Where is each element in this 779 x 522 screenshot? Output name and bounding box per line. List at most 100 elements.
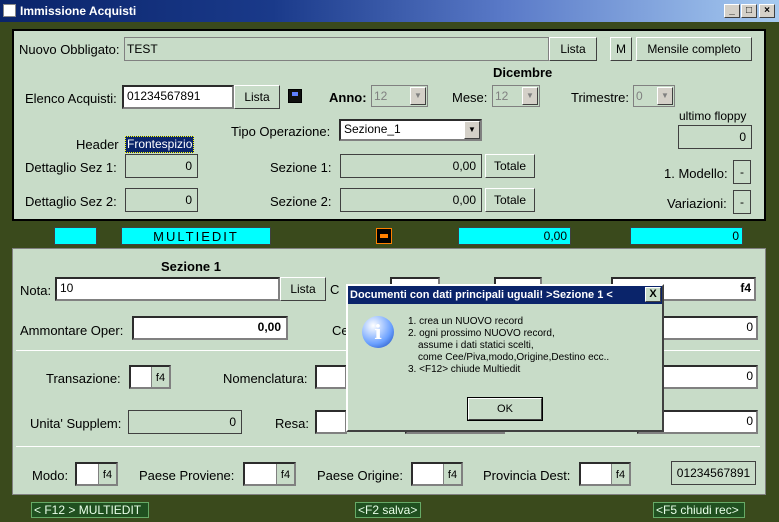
ok-button[interactable]: OK	[467, 397, 543, 421]
provincia-dest-label: Provincia Dest:	[483, 468, 571, 483]
tipo-operazione-value: Sezione_1	[344, 122, 401, 136]
m-button[interactable]: M	[610, 37, 632, 61]
ammontare-input[interactable]: 0,00	[132, 316, 288, 340]
nomenclatura-label: Nomenclatura:	[223, 371, 308, 386]
variazioni-field: -	[733, 190, 751, 214]
mese-select[interactable]: 12 ▼	[492, 85, 540, 107]
elenco-acquisti-input[interactable]: 01234567891	[122, 85, 234, 109]
band-value2: 0	[630, 227, 743, 245]
unita-supplem-field: 0	[128, 410, 242, 434]
tipo-operazione-select[interactable]: Sezione_1 ▼	[339, 119, 482, 141]
dettaglio-sez2-field: 0	[125, 188, 198, 212]
resa-input[interactable]	[315, 410, 347, 434]
f4-lookup[interactable]: f4	[151, 367, 169, 387]
modello-field: -	[733, 160, 751, 184]
modo-input[interactable]: f4	[75, 462, 118, 486]
trimestre-select[interactable]: 0 ▼	[633, 85, 675, 107]
dettaglio-sez1-field: 0	[125, 154, 198, 178]
anno-value: 12	[374, 89, 388, 103]
lista-obbligato-button[interactable]: Lista	[549, 37, 597, 61]
status-f2[interactable]: <F2 salva>	[355, 502, 421, 518]
paese-proviene-input[interactable]: f4	[243, 462, 296, 486]
dialog-title-bar: Documenti con dati principali uguali! >S…	[348, 286, 662, 304]
nota-label: Nota:	[20, 283, 52, 298]
lista-elenco-button[interactable]: Lista	[234, 85, 280, 109]
app-icon	[3, 4, 16, 17]
tipo-operazione-label: Tipo Operazione:	[231, 124, 331, 139]
month-title: Dicembre	[493, 65, 553, 80]
f4-lookup[interactable]: f4	[443, 464, 461, 484]
nomenclatura-input[interactable]	[315, 365, 347, 389]
f4-lookup[interactable]: f4	[611, 464, 629, 484]
lista-nota-button[interactable]: Lista	[280, 277, 326, 301]
dialog-line-2c: come Cee/Piva,modo,Origine,Destino ecc..	[418, 352, 610, 363]
dialog-close-icon[interactable]: X	[645, 287, 661, 302]
close-icon[interactable]: ×	[759, 4, 775, 18]
dettaglio-sez1-label: Dettaglio Sez 1:	[25, 160, 117, 175]
band-value1: 0,00	[458, 227, 571, 245]
trimestre-value: 0	[636, 89, 643, 103]
band-box-left	[54, 227, 97, 245]
f4-lookup[interactable]: f4	[98, 464, 116, 484]
dettaglio-sez2-label: Dettaglio Sez 2:	[25, 194, 117, 209]
title-bar: Immissione Acquisti _ □ ×	[0, 0, 779, 22]
transazione-label: Transazione:	[46, 371, 121, 386]
totale2-button[interactable]: Totale	[485, 188, 535, 212]
section-title: Sezione 1	[161, 259, 221, 274]
resa-label: Resa:	[275, 416, 309, 431]
dialog-title: Documenti con dati principali uguali! >S…	[350, 289, 613, 301]
status-f12[interactable]: < F12 > MULTIEDIT	[31, 502, 149, 518]
dialog-line-3: 3. <F12> chiude Multiedit	[408, 364, 521, 375]
ammontare-label: Ammontare Oper:	[20, 323, 124, 338]
paese-origine-label: Paese Origine:	[317, 468, 403, 483]
modello-label: 1. Modello:	[664, 166, 728, 181]
unita-supplem-label: Unita' Supplem:	[30, 416, 122, 431]
c-label: C	[330, 282, 340, 297]
minimize-icon[interactable]: _	[724, 4, 740, 18]
transazione-input[interactable]: f4	[129, 365, 171, 389]
nota-input[interactable]: 10	[55, 277, 280, 301]
window-title: Immissione Acquisti	[20, 4, 137, 18]
mensile-completo-button[interactable]: Mensile completo	[636, 37, 752, 61]
nuovo-obbligato-label: Nuovo Obbligato:	[19, 42, 120, 57]
info-dialog: Documenti con dati principali uguali! >S…	[346, 284, 664, 432]
dialog-line-2b: assume i dati statici scelti,	[418, 340, 534, 351]
paese-origine-input[interactable]: f4	[411, 462, 463, 486]
chevron-down-icon[interactable]: ▼	[410, 87, 426, 105]
sezione1-field: 0,00	[340, 154, 482, 178]
nuovo-obbligato-field: TEST	[124, 37, 549, 61]
provincia-dest-input[interactable]: f4	[579, 462, 631, 486]
header-label: Header	[76, 137, 119, 152]
piva-field: 01234567891	[671, 461, 756, 485]
sezione1-label: Sezione 1:	[270, 160, 332, 175]
f4-lookup[interactable]: f4	[276, 464, 294, 484]
variazioni-label: Variazioni:	[667, 196, 727, 211]
dialog-line-1: 1. crea un NUOVO record	[408, 316, 524, 327]
ultimo-floppy-field: 0	[678, 125, 752, 149]
dialog-message: 1. crea un NUOVO record 2. ogni prossimo…	[408, 316, 609, 376]
save-icon[interactable]	[288, 89, 302, 103]
anno-label: Anno:	[329, 90, 367, 105]
chevron-down-icon[interactable]: ▼	[522, 87, 538, 105]
info-icon: i	[362, 316, 394, 348]
ultimo-floppy-label: ultimo floppy	[679, 109, 747, 123]
sezione2-label: Sezione 2:	[270, 194, 332, 209]
trimestre-label: Trimestre:	[571, 90, 630, 105]
dialog-line-2: 2. ogni prossimo NUOVO record,	[408, 328, 555, 339]
elenco-acquisti-label: Elenco Acquisti:	[25, 91, 117, 106]
mese-value: 12	[495, 89, 509, 103]
maximize-icon[interactable]: □	[741, 4, 757, 18]
multiedit-label: MULTIEDIT	[121, 227, 271, 245]
multiedit-icon[interactable]	[376, 228, 392, 244]
sezione2-field: 0,00	[340, 188, 482, 212]
mese-label: Mese:	[452, 90, 488, 105]
modo-label: Modo:	[32, 468, 69, 483]
frontespizio-item[interactable]: Frontespizio	[125, 136, 195, 153]
chevron-down-icon[interactable]: ▼	[464, 121, 480, 139]
status-f5[interactable]: <F5 chiudi rec>	[653, 502, 745, 518]
paese-proviene-label: Paese Proviene:	[139, 468, 235, 483]
divider	[16, 446, 760, 447]
totale1-button[interactable]: Totale	[485, 154, 535, 178]
anno-select[interactable]: 12 ▼	[371, 85, 428, 107]
chevron-down-icon[interactable]: ▼	[657, 87, 673, 105]
